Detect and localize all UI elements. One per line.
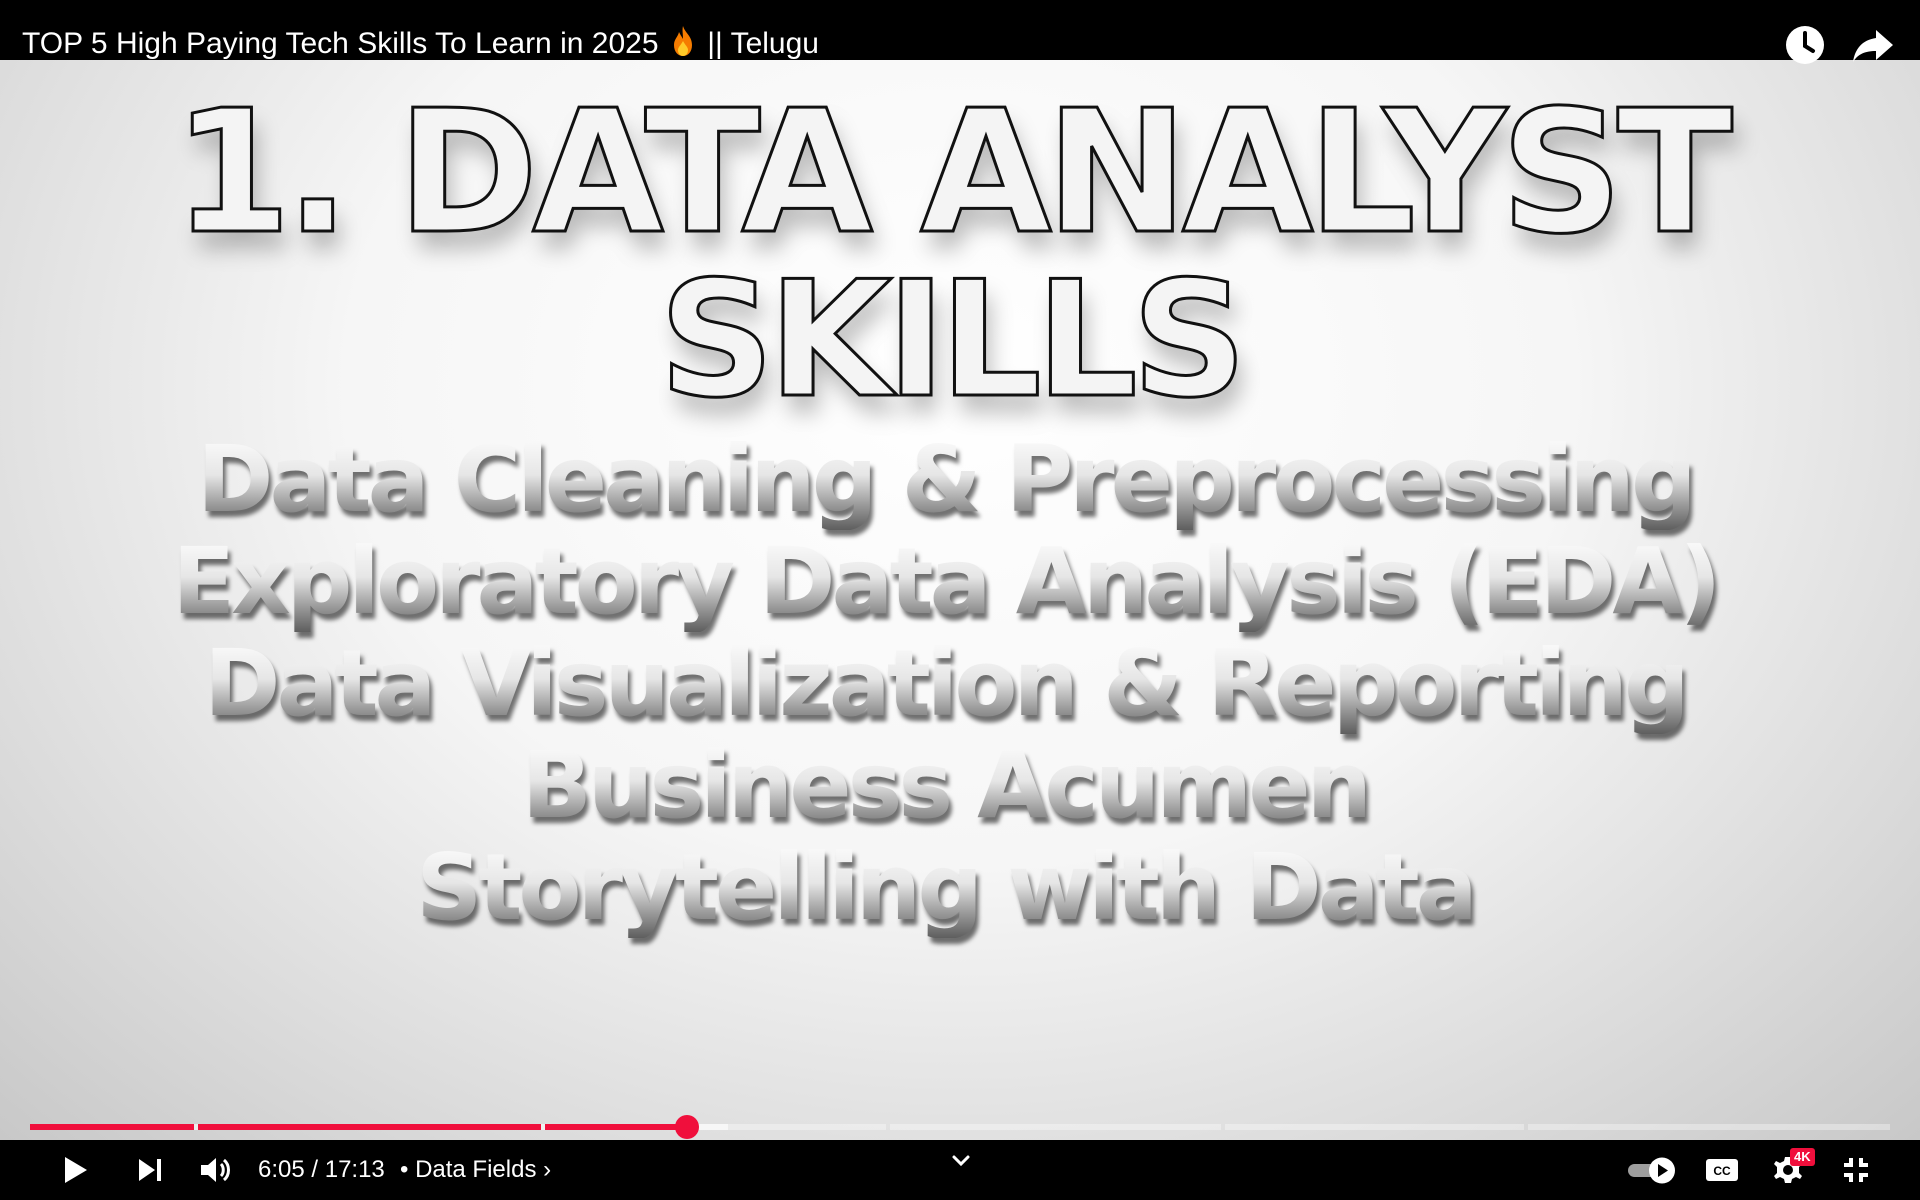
skill-item: Data Cleaning & Preprocessing: [0, 430, 1905, 530]
video-title-text: TOP 5 High Paying Tech Skills To Learn i…: [22, 27, 659, 60]
volume-button[interactable]: [194, 1148, 238, 1192]
chapter-segment[interactable]: [1528, 1124, 1890, 1130]
play-button[interactable]: [52, 1148, 96, 1192]
progress-played: [198, 1124, 541, 1130]
share-icon[interactable]: [1848, 20, 1898, 70]
watch-later-icon[interactable]: [1780, 20, 1830, 70]
exit-fullscreen-icon: [1844, 1158, 1868, 1182]
svg-text:CC: CC: [1713, 1164, 1731, 1178]
slide-heading-line1: 1. DATA ANALYST: [172, 74, 1735, 272]
top-bar: TOP 5 High Paying Tech Skills To Learn i…: [0, 0, 1920, 64]
time-display: 6:05 / 17:13: [258, 1156, 385, 1183]
autoplay-toggle[interactable]: [1624, 1148, 1680, 1192]
skill-item: Storytelling with Data: [0, 838, 1905, 938]
next-button[interactable]: [128, 1148, 172, 1192]
autoplay-toggle-icon: [1628, 1157, 1675, 1184]
progress-played: [30, 1124, 194, 1130]
progress-scrubber[interactable]: [674, 1115, 699, 1139]
next-icon: [139, 1159, 161, 1181]
exit-fullscreen-button[interactable]: [1834, 1148, 1878, 1192]
video-title[interactable]: TOP 5 High Paying Tech Skills To Learn i…: [22, 24, 819, 64]
chevron-down-icon[interactable]: [946, 1146, 976, 1176]
progress-played: [545, 1124, 687, 1130]
progress-bar[interactable]: [30, 1115, 1890, 1139]
slide-heading-line2: SKILLS: [658, 246, 1249, 433]
volume-icon: [201, 1158, 230, 1182]
captions-button[interactable]: CC: [1700, 1148, 1744, 1192]
skill-item: Exploratory Data Analysis (EDA): [0, 532, 1905, 632]
chapter-segment[interactable]: [890, 1124, 1221, 1130]
video-frame[interactable]: 1. DATA ANALYST SKILLS Data Cleaning & P…: [0, 60, 1920, 1140]
chapter-segment[interactable]: [1225, 1124, 1524, 1130]
skill-item: Business Acumen: [0, 736, 1905, 836]
controls-bar: 6:05 / 17:13 • Data Fields › CC 4K: [0, 1140, 1920, 1200]
chapter-title-button[interactable]: • Data Fields ›: [400, 1154, 551, 1186]
play-icon: [65, 1157, 87, 1183]
skill-item: Data Visualization & Reporting: [0, 634, 1905, 734]
captions-icon: CC: [1706, 1159, 1738, 1181]
quality-badge: 4K: [1790, 1148, 1815, 1166]
fire-emoji-icon: [673, 26, 692, 56]
video-title-suffix: || Telugu: [707, 27, 819, 60]
video-player[interactable]: TOP 5 High Paying Tech Skills To Learn i…: [0, 0, 1920, 1200]
